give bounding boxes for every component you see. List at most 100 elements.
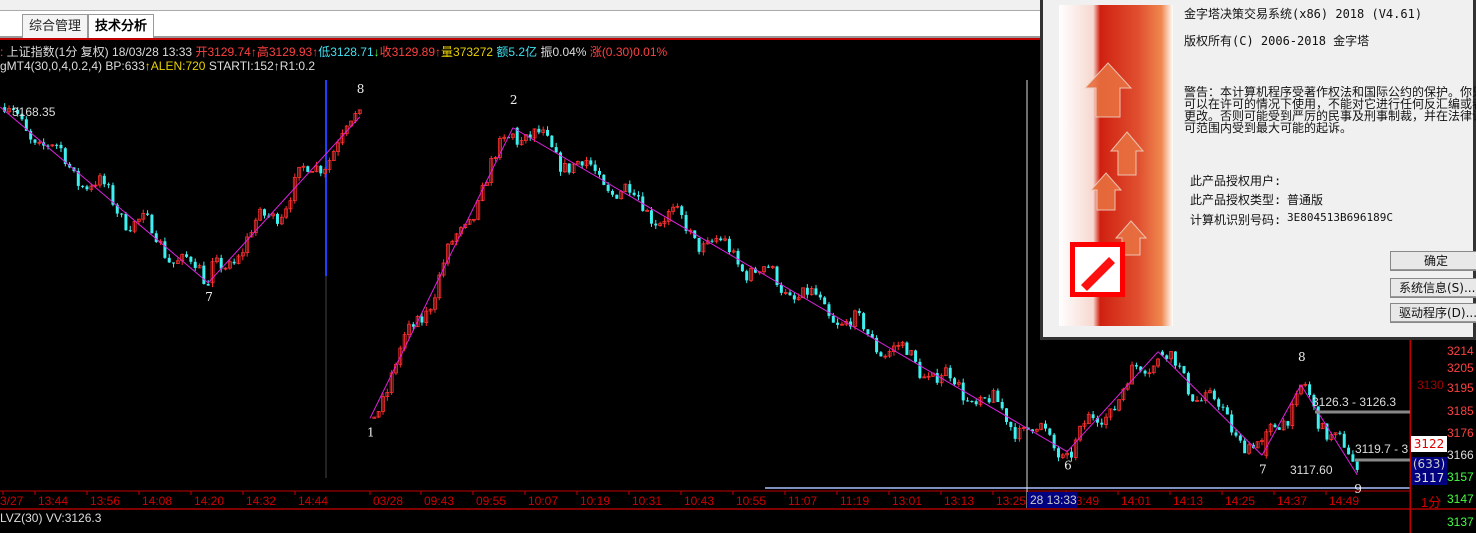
x-tick-label: 14:01 <box>1121 494 1151 508</box>
candle-down <box>610 190 614 195</box>
candle-down <box>1212 390 1216 400</box>
candle-down <box>1048 428 1052 435</box>
candle-down <box>727 238 731 253</box>
candle-down <box>823 297 827 305</box>
candle-down <box>124 213 128 231</box>
warning-text: 警告：本计算机程序受著作权法和国际公约的保护。你只 可以在许可的情况下使用，不能对… <box>1184 86 1476 134</box>
cursor-time-label: 28 13:33 <box>1030 493 1077 507</box>
candle-down <box>1134 365 1138 367</box>
candle-down <box>319 165 323 174</box>
candle-down <box>107 184 111 186</box>
candle-down <box>232 261 236 264</box>
candle-down <box>1052 434 1056 449</box>
wave-label: 7 <box>1259 462 1267 476</box>
candle-down <box>146 213 150 215</box>
wave-label: 8 <box>1298 350 1306 364</box>
low-tag: 3117 <box>1411 471 1447 485</box>
candle-down <box>102 175 106 185</box>
candle-down <box>567 163 571 173</box>
candle-down <box>1243 440 1247 454</box>
x-tick-label: 11:07 <box>788 494 817 508</box>
candle-down <box>1143 370 1147 374</box>
candle-down <box>33 139 37 143</box>
candle-down <box>1186 373 1190 395</box>
x-tick-label: 14:37 <box>1277 494 1307 508</box>
candle-down <box>766 266 770 268</box>
candle-down <box>1000 402 1004 409</box>
candle-down <box>970 401 974 403</box>
candle-down <box>1199 400 1203 402</box>
candle-down <box>1069 451 1073 458</box>
candle-down <box>420 316 424 323</box>
x-tick-label: 10:43 <box>684 494 714 508</box>
candle-down <box>537 128 541 133</box>
candle-down <box>719 238 723 241</box>
bp-tag: (633) <box>1411 457 1447 471</box>
level-annotation: 3119.7 - 3 <box>1355 442 1408 456</box>
candle-down <box>593 164 597 171</box>
price-tick: 3176 <box>1447 426 1474 440</box>
x-tick-label: 13:25 <box>996 494 1026 508</box>
ok-button[interactable]: 确定 <box>1390 251 1476 271</box>
candle-down <box>1316 406 1320 429</box>
candle-down <box>202 265 206 285</box>
candle-down <box>128 230 132 232</box>
candle-down <box>1273 424 1277 428</box>
candle-down <box>983 397 987 399</box>
copyright-text: 版权所有(C) 2006-2018 金字塔 <box>1184 34 1370 48</box>
candle-down <box>1342 433 1346 448</box>
candle-down <box>580 161 584 166</box>
price-tick: 3157 <box>1447 470 1474 484</box>
candle-down <box>857 310 861 314</box>
candle-down <box>1182 366 1186 374</box>
candle-down <box>779 285 783 293</box>
price-tick: 3137 <box>1447 515 1474 529</box>
candle-down <box>827 304 831 316</box>
x-tick-label: 14:13 <box>1173 494 1203 508</box>
candle-down <box>546 129 550 136</box>
candle-down <box>1113 408 1117 411</box>
candle-down <box>1013 427 1017 439</box>
candle-down <box>918 361 922 378</box>
candle-down <box>1355 461 1359 470</box>
candle-down <box>879 352 883 357</box>
candle-down <box>636 195 640 197</box>
candle-down <box>193 261 197 268</box>
price-tick: 3195 <box>1447 381 1474 395</box>
candle-down <box>189 256 193 262</box>
system-info-button[interactable]: 系统信息(S)... <box>1390 278 1476 298</box>
candle-down <box>1221 406 1225 408</box>
x-tick-label: 10:55 <box>736 494 766 508</box>
price-label: 3168.35 <box>12 105 56 119</box>
candle-down <box>818 294 822 298</box>
candle-down <box>966 400 970 402</box>
candle-down <box>85 186 89 190</box>
price-tick: 3185 <box>1447 404 1474 418</box>
x-tick-label: 13:44 <box>38 494 68 508</box>
candle-down <box>606 184 610 191</box>
candle-down <box>1043 423 1047 429</box>
licensed-user-label: 此产品授权用户: <box>1190 174 1282 188</box>
candle-down <box>974 401 978 405</box>
interval-label[interactable]: 1分 <box>1421 492 1441 511</box>
candle-down <box>59 144 63 149</box>
driver-button[interactable]: 驱动程序(D)... <box>1390 303 1476 323</box>
dialog-title: 金字塔决策交易系统(x86) 2018 (V4.61) <box>1184 7 1423 21</box>
x-tick-label: 03/28 <box>373 494 403 508</box>
x-tick-label: 09:55 <box>476 494 506 508</box>
x-tick-label: 10:19 <box>580 494 610 508</box>
candle-down <box>597 170 601 175</box>
wave-line <box>207 116 361 284</box>
x-tick-label: 13:01 <box>892 494 922 508</box>
candle-down <box>649 210 653 224</box>
wave-line <box>1261 384 1302 456</box>
candle-down <box>996 390 1000 403</box>
price-tick: 3166 <box>1447 448 1474 462</box>
sub-indicator-name: LVZ(30) <box>0 511 43 525</box>
wave-label: 6 <box>1064 459 1072 473</box>
candle-down <box>1091 414 1095 419</box>
price-tick: 3205 <box>1447 361 1474 375</box>
wave-line <box>0 106 209 284</box>
x-tick-label: 14:25 <box>1225 494 1255 508</box>
candle-down <box>1277 427 1281 430</box>
